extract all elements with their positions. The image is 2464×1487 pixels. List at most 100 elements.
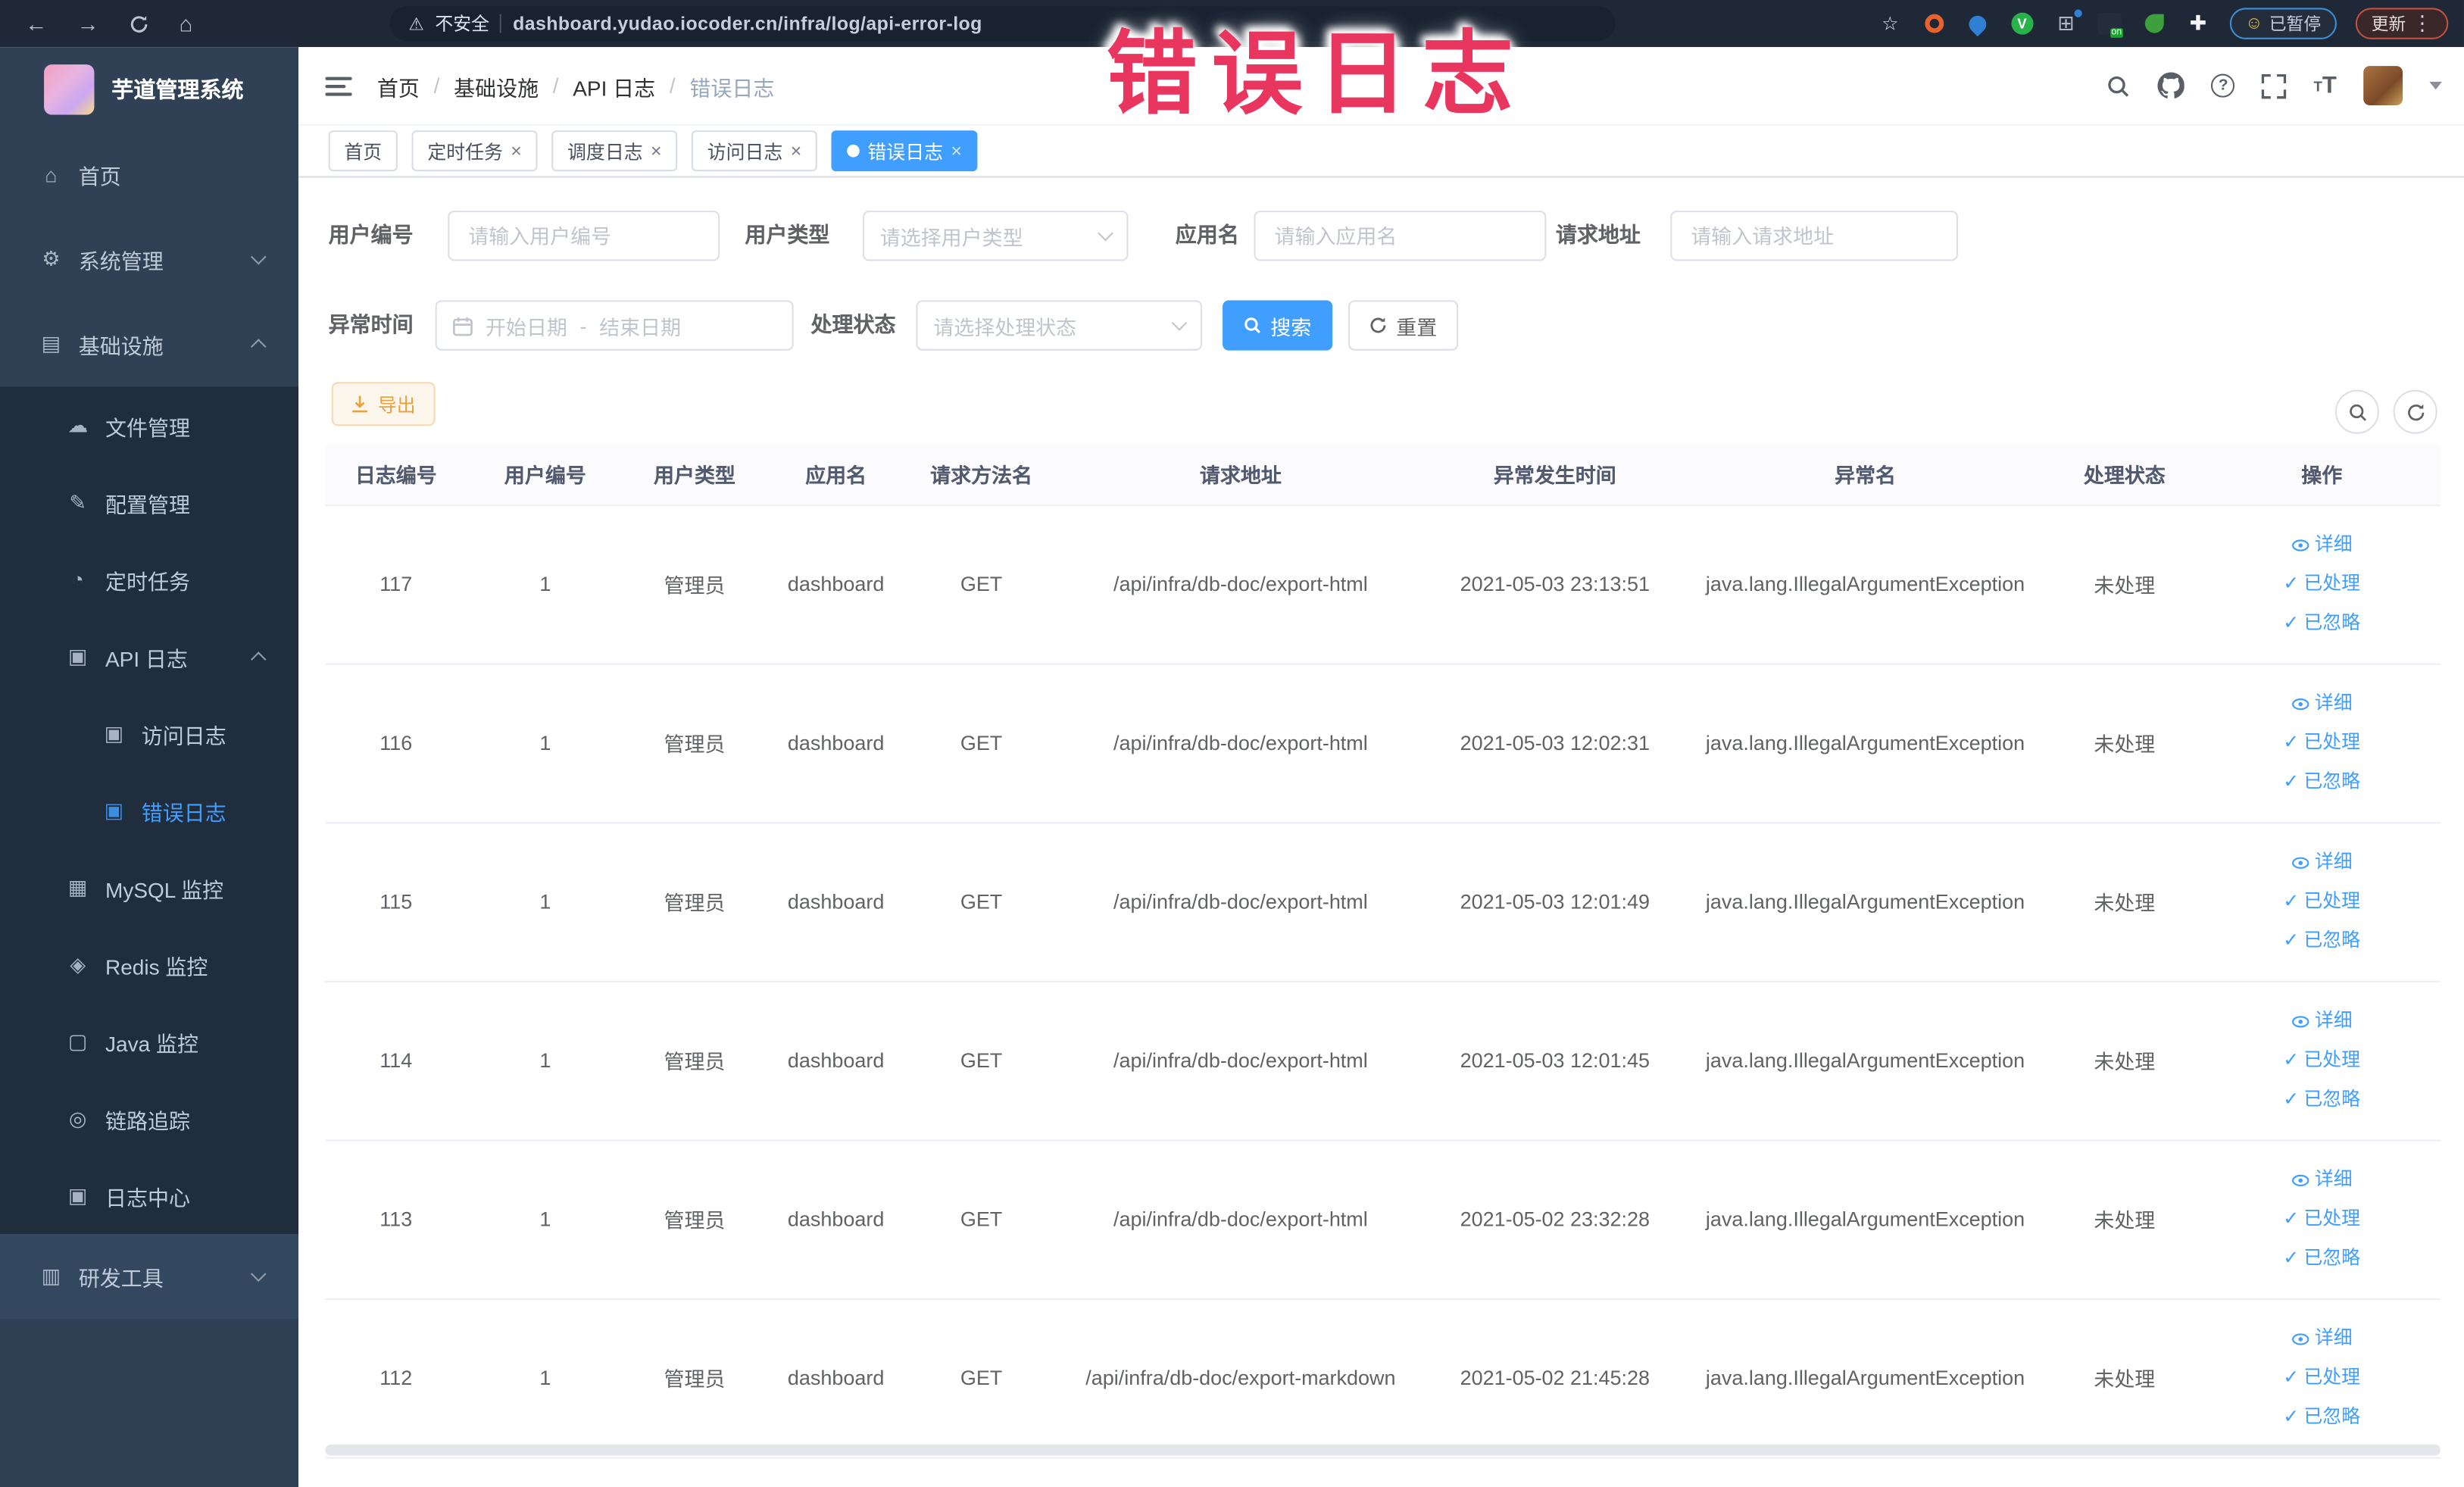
sidebar-item-日志中心[interactable]: ▣ 日志中心	[0, 1157, 299, 1234]
breadcrumb-item[interactable]: 首页	[377, 70, 420, 102]
font-size-icon[interactable]: TT	[2313, 72, 2336, 98]
ignored-link[interactable]: ✓ 已忽略	[2203, 1398, 2441, 1437]
app-name-input[interactable]	[1254, 211, 1547, 261]
detail-link[interactable]: 详细	[2203, 684, 2441, 723]
sidebar-item-label: MySQL 监控	[105, 877, 224, 902]
ignored-link[interactable]: ✓ 已忽略	[2203, 604, 2441, 643]
table-row: 115 1 管理员 dashboard GET/api/infra/db-doc/exp…	[325, 822, 2441, 982]
tab-调度日志[interactable]: 调度日志 ×	[551, 130, 678, 172]
sidebar-item-MySQL-监控[interactable]: ▦ MySQL 监控	[0, 848, 299, 926]
export-button[interactable]: 导出	[331, 382, 436, 426]
app-logo-row[interactable]: 芋道管理系统	[0, 47, 298, 132]
processed-link[interactable]: ✓ 已处理	[2203, 564, 2441, 604]
cell-actions: 详细 ✓ 已处理 ✓ 已忽略	[2203, 663, 2441, 823]
help-icon[interactable]: ?	[2211, 73, 2235, 98]
extension-grid-icon[interactable]: ⊞	[2053, 9, 2082, 36]
search-icon[interactable]	[2106, 73, 2131, 98]
process-status-select[interactable]: 请选择处理状态	[916, 300, 1203, 351]
tab-访问日志[interactable]: 访问日志 ×	[691, 130, 818, 172]
detail-link[interactable]: 详细	[2203, 1160, 2441, 1199]
sidebar-item-首页[interactable]: ⌂ 首页	[0, 132, 298, 217]
range-separator: -	[579, 313, 587, 338]
cell-app-name: dashboard	[765, 1139, 907, 1300]
extension-onoff-icon[interactable]	[2097, 11, 2124, 38]
search-toggle-button[interactable]	[2334, 389, 2379, 434]
end-date-placeholder: 结束日期	[599, 315, 682, 339]
tab-错误日志[interactable]: 错误日志 ×	[831, 130, 978, 172]
browser-back-icon[interactable]: ←	[25, 11, 47, 36]
processed-link[interactable]: ✓ 已处理	[2203, 1358, 2441, 1398]
reset-button[interactable]: 重置	[1348, 300, 1459, 351]
refresh-button[interactable]	[2393, 389, 2437, 434]
extension-blue-icon[interactable]	[1966, 11, 1991, 36]
extension-green-v-icon[interactable]: V	[2010, 11, 2035, 36]
sidebar-item-访问日志[interactable]: ▣ 访问日志	[0, 695, 299, 772]
detail-link[interactable]: 详细	[2203, 842, 2441, 882]
user-type-select[interactable]: 请选择用户类型	[862, 211, 1129, 261]
extension-orange-icon[interactable]	[1922, 11, 1947, 36]
processed-link[interactable]: ✓ 已处理	[2203, 723, 2441, 763]
ignored-link[interactable]: ✓ 已忽略	[2203, 921, 2441, 961]
user-id-label: 用户编号	[328, 223, 414, 247]
browser-forward-icon[interactable]: →	[77, 11, 99, 36]
sidebar-item-系统管理[interactable]: ⚙ 系统管理	[0, 217, 298, 301]
horizontal-scrollbar[interactable]	[325, 1445, 2441, 1456]
breadcrumb-item[interactable]: API 日志	[573, 70, 655, 102]
sidebar-item-Redis-监控[interactable]: ◈ Redis 监控	[0, 926, 299, 1003]
user-id-input[interactable]	[448, 211, 720, 261]
ignored-link[interactable]: ✓ 已忽略	[2203, 1239, 2441, 1278]
sidebar-item-配置管理[interactable]: ✎ 配置管理	[0, 464, 299, 541]
sidebar-item-文件管理[interactable]: ☁ 文件管理	[0, 386, 299, 464]
close-icon[interactable]: ×	[791, 140, 802, 162]
sidebar-item-label: 研发工具	[78, 1267, 164, 1291]
detail-link[interactable]: 详细	[2203, 525, 2441, 564]
sidebar-item-Java-监控[interactable]: ▢ Java 监控	[0, 1002, 299, 1080]
search-button[interactable]: 搜索	[1223, 300, 1333, 351]
browser-home-icon[interactable]: ⌂	[180, 11, 193, 36]
github-icon[interactable]	[2158, 72, 2185, 98]
sidebar-item-API-日志[interactable]: ▣ API 日志	[0, 617, 299, 695]
browser-reload-icon[interactable]	[129, 14, 149, 34]
content: 用户编号 用户类型 请选择用户类型 应用名 请求地址 异常时间 开始日期 - 结…	[298, 177, 2464, 1487]
sidebar-item-基础设施[interactable]: ▤ 基础设施	[0, 301, 298, 386]
bookmark-star-icon[interactable]: ☆	[1878, 11, 1903, 36]
chevron-down-icon	[1171, 315, 1188, 331]
ignored-link[interactable]: ✓ 已忽略	[2203, 1080, 2441, 1120]
fullscreen-icon[interactable]	[2262, 73, 2287, 98]
hamburger-icon[interactable]	[325, 71, 352, 99]
cell-actions: 详细 ✓ 已处理 ✓ 已忽略	[2203, 505, 2441, 664]
avatar-dropdown-caret-icon[interactable]	[2429, 81, 2442, 90]
detail-link[interactable]: 详细	[2203, 1001, 2441, 1041]
tab-首页[interactable]: 首页	[328, 130, 398, 172]
sidebar-item-研发工具[interactable]: ▥ 研发工具	[0, 1233, 299, 1320]
sidebar-item-错误日志[interactable]: ▣ 错误日志	[0, 771, 299, 849]
processed-link[interactable]: ✓ 已处理	[2203, 1199, 2441, 1239]
detail-link[interactable]: 详细	[2203, 1319, 2441, 1358]
extensions-puzzle-icon[interactable]: ✚	[2185, 11, 2210, 36]
sidebar-item-定时任务[interactable]: ◔ 定时任务	[0, 540, 299, 618]
cell-log-id: 116	[325, 663, 467, 823]
exception-time-range-picker[interactable]: 开始日期 - 结束日期	[435, 300, 794, 351]
column-header-请求地址: 请求地址	[1056, 445, 1426, 506]
eye-icon	[2291, 856, 2309, 868]
update-badge[interactable]: 更新 ⋮	[2355, 8, 2449, 39]
breadcrumb-item[interactable]: 基础设施	[454, 70, 539, 102]
cell-process-status: 未处理	[2046, 505, 2203, 664]
trace-icon: ◎	[68, 1105, 87, 1129]
tab-定时任务[interactable]: 定时任务 ×	[411, 130, 538, 172]
cell-log-id: 117	[325, 505, 467, 664]
close-icon[interactable]: ×	[651, 140, 662, 162]
processed-link[interactable]: ✓ 已处理	[2203, 882, 2441, 921]
user-avatar[interactable]	[2363, 66, 2403, 106]
close-icon[interactable]: ×	[511, 140, 522, 162]
sidebar-item-链路追踪[interactable]: ◎ 链路追踪	[0, 1079, 299, 1157]
close-icon[interactable]: ×	[951, 140, 962, 162]
eye-icon	[2291, 1173, 2309, 1186]
request-url-input[interactable]	[1670, 211, 1958, 261]
ignored-link[interactable]: ✓ 已忽略	[2203, 762, 2441, 801]
paused-badge[interactable]: ☺ 已暂停	[2229, 8, 2337, 39]
extension-leaf-icon[interactable]	[2141, 11, 2166, 36]
processed-link[interactable]: ✓ 已处理	[2203, 1041, 2441, 1080]
table-row: 112 1 管理员 dashboard GET/api/infra/db-doc/exp…	[325, 1298, 2441, 1458]
breadcrumb-separator: /	[669, 73, 676, 98]
